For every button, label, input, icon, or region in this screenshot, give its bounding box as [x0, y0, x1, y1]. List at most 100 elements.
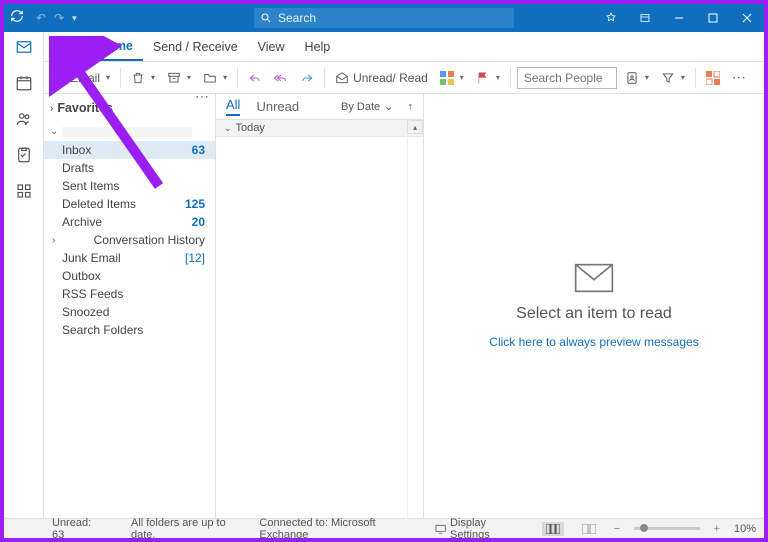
- folder-pane-options[interactable]: ⋯: [195, 94, 209, 105]
- folder-junk-email[interactable]: Junk Email [12]: [44, 249, 215, 267]
- status-connected: Connected to: Microsoft Exchange: [259, 517, 416, 541]
- folder-label: Archive: [62, 215, 102, 229]
- unread-read-label: Unread/ Read: [353, 71, 428, 85]
- ribbon-options-icon[interactable]: [628, 4, 662, 32]
- archive-button[interactable]: [163, 66, 195, 90]
- folder-label: Outbox: [62, 269, 101, 283]
- flag-icon: [476, 71, 490, 85]
- maximize-button[interactable]: [696, 4, 730, 32]
- favorites-header[interactable]: ›Favorites: [44, 94, 215, 122]
- date-group-today[interactable]: ⌄Today: [216, 120, 423, 137]
- delete-button[interactable]: [127, 66, 159, 90]
- tab-view[interactable]: View: [248, 32, 295, 61]
- tab-file[interactable]: File: [48, 32, 88, 61]
- folder-drafts[interactable]: Drafts: [44, 159, 215, 177]
- reading-pane-title: Select an item to read: [516, 305, 672, 323]
- envelope-large-icon: [574, 263, 614, 293]
- envelope-open-icon: [335, 71, 349, 85]
- search-icon: [260, 12, 272, 24]
- account-name: [62, 127, 192, 137]
- folder-rss-feeds[interactable]: RSS Feeds: [44, 285, 215, 303]
- chevron-right-icon: ›: [50, 103, 53, 114]
- close-button[interactable]: [730, 4, 764, 32]
- view-reading-button[interactable]: [578, 524, 600, 534]
- folder-conversation-history[interactable]: Conversation History: [44, 231, 215, 249]
- address-book-icon: [625, 71, 639, 85]
- zoom-out-button[interactable]: −: [614, 523, 620, 535]
- scrollbar-track[interactable]: [407, 134, 423, 518]
- scroll-up-button[interactable]: ▴: [407, 120, 423, 134]
- folder-snoozed[interactable]: Snoozed: [44, 303, 215, 321]
- undo-icon[interactable]: ↶: [36, 11, 46, 25]
- address-book-button[interactable]: [621, 66, 653, 90]
- sort-arrow-icon[interactable]: ↑: [408, 101, 414, 113]
- tab-home[interactable]: Home: [88, 32, 143, 61]
- zoom-value: 10%: [734, 523, 756, 535]
- filter-button[interactable]: [657, 66, 689, 90]
- account-header[interactable]: ⌄: [44, 122, 215, 141]
- status-uptodate: All folders are up to date.: [131, 517, 245, 541]
- folder-archive[interactable]: Archive20: [44, 213, 215, 231]
- redo-icon[interactable]: ↷: [54, 11, 64, 25]
- folder-deleted-items[interactable]: Deleted Items125: [44, 195, 215, 213]
- mail-rail-icon[interactable]: [15, 38, 33, 56]
- search-input[interactable]: [278, 11, 508, 25]
- message-list-pane: All Unread By Date ⌄ ↑ ⌄Today ▴: [216, 94, 424, 518]
- minimize-button[interactable]: [662, 4, 696, 32]
- envelope-icon: [52, 71, 66, 85]
- status-bar: Unread: 63 All folders are up to date. C…: [4, 518, 764, 538]
- filter-all-tab[interactable]: All: [226, 97, 240, 116]
- sync-icon[interactable]: [10, 9, 24, 28]
- forward-icon: [300, 71, 314, 85]
- folder-count: 63: [192, 143, 205, 157]
- categorize-button[interactable]: [436, 66, 468, 90]
- folder-count: [12]: [185, 251, 205, 265]
- folder-list: Inbox63DraftsSent ItemsDeleted Items125A…: [44, 141, 215, 339]
- folder-search-folders[interactable]: Search Folders: [44, 321, 215, 339]
- status-unread: Unread: 63: [52, 517, 103, 541]
- sort-button[interactable]: By Date ⌄ ↑: [341, 100, 413, 113]
- coming-soon-icon[interactable]: [594, 4, 628, 32]
- filter-unread-tab[interactable]: Unread: [256, 99, 299, 114]
- folder-label: Conversation History: [94, 233, 205, 247]
- more-apps-rail-icon[interactable]: [15, 182, 33, 200]
- qat-dropdown-icon[interactable]: ▾: [72, 13, 77, 24]
- display-settings-button[interactable]: Display Settings: [431, 517, 528, 541]
- zoom-slider[interactable]: [634, 527, 700, 530]
- reply-all-button[interactable]: [270, 66, 292, 90]
- folder-count: 125: [185, 197, 205, 211]
- title-bar: ↶ ↷ ▾: [4, 4, 764, 32]
- search-people-input[interactable]: [517, 67, 617, 89]
- forward-button[interactable]: [296, 66, 318, 90]
- reading-pane: Select an item to read Click here to alw…: [424, 94, 764, 518]
- search-box[interactable]: [254, 8, 514, 28]
- folder-label: Drafts: [62, 161, 94, 175]
- ribbon: Email Unread/ Read ⋯: [4, 62, 764, 94]
- folder-label: Junk Email: [62, 251, 121, 265]
- reply-button[interactable]: [244, 66, 266, 90]
- always-preview-link[interactable]: Click here to always preview messages: [489, 335, 698, 349]
- folder-inbox[interactable]: Inbox63: [44, 141, 215, 159]
- zoom-in-button[interactable]: +: [714, 523, 720, 535]
- folder-label: Snoozed: [62, 305, 109, 319]
- people-rail-icon[interactable]: [15, 110, 33, 128]
- move-button[interactable]: [199, 66, 231, 90]
- chevron-down-icon: ⌄: [384, 100, 393, 113]
- categorize-icon: [440, 71, 454, 85]
- todo-rail-icon[interactable]: [15, 146, 33, 164]
- monitor-icon: [435, 524, 446, 534]
- ribbon-overflow-button[interactable]: ⋯: [728, 66, 751, 90]
- calendar-rail-icon[interactable]: [15, 74, 33, 92]
- addins-button[interactable]: [702, 66, 724, 90]
- unread-read-button[interactable]: Unread/ Read: [331, 66, 432, 90]
- tab-help[interactable]: Help: [295, 32, 341, 61]
- view-normal-button[interactable]: [542, 522, 564, 536]
- tab-send-receive[interactable]: Send / Receive: [143, 32, 248, 61]
- flag-button[interactable]: [472, 66, 504, 90]
- new-email-button[interactable]: Email: [48, 66, 114, 90]
- folder-sent-items[interactable]: Sent Items: [44, 177, 215, 195]
- folder-outbox[interactable]: Outbox: [44, 267, 215, 285]
- archive-icon: [167, 71, 181, 85]
- chevron-down-icon: ⌄: [224, 123, 232, 134]
- reply-all-icon: [274, 71, 288, 85]
